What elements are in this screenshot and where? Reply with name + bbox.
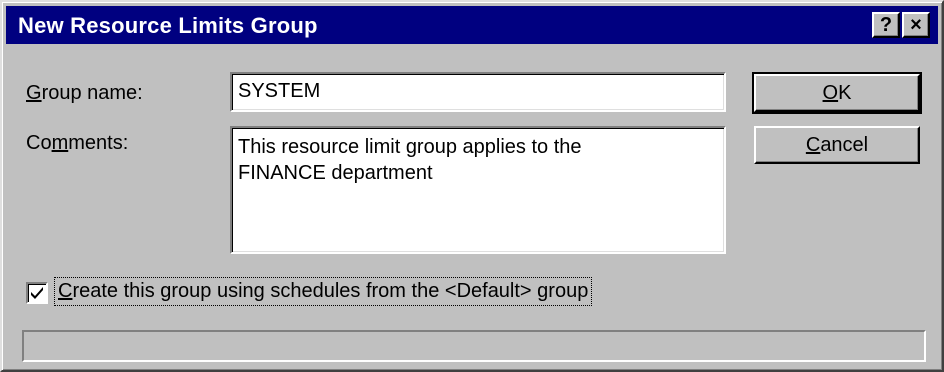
comments-label: Comments:	[26, 132, 128, 155]
group-name-label-rest: roup name:	[41, 82, 143, 104]
dialog-window: New Resource Limits Group ? × Group name…	[0, 0, 944, 372]
comments-textarea[interactable]: This resource limit group applies to the…	[230, 126, 726, 254]
dialog-title: New Resource Limits Group	[18, 13, 318, 38]
comments-label-accel: m	[51, 132, 69, 154]
ok-button-rest: K	[838, 81, 852, 104]
comments-line-2: FINANCE department	[238, 162, 433, 184]
close-button[interactable]: ×	[902, 12, 930, 38]
cancel-button-accel: C	[805, 133, 821, 156]
comments-label-pre: Co	[26, 132, 52, 154]
cancel-button[interactable]: Cancel	[754, 126, 920, 164]
default-schedules-label[interactable]: Create this group using schedules from t…	[54, 277, 593, 306]
checkmark-icon	[31, 287, 43, 299]
group-name-label-accel: G	[26, 82, 42, 104]
default-schedules-label-rest: reate this group using schedules from th…	[72, 280, 589, 302]
title-bar[interactable]: New Resource Limits Group ? ×	[6, 6, 938, 44]
cancel-button-rest: ancel	[820, 133, 869, 156]
comments-label-rest: ments:	[68, 132, 129, 154]
status-bar	[22, 330, 926, 362]
help-button[interactable]: ?	[872, 12, 900, 38]
default-schedules-label-accel: C	[58, 280, 73, 302]
ok-button[interactable]: OK	[752, 72, 922, 114]
comments-line-1: This resource limit group applies to the	[238, 136, 582, 158]
group-name-label: Group name:	[26, 82, 143, 105]
close-icon: ×	[910, 14, 922, 36]
group-name-value: SYSTEM	[238, 80, 321, 102]
help-icon: ?	[879, 14, 893, 36]
default-schedules-checkbox[interactable]	[26, 282, 48, 304]
ok-button-accel: O	[822, 81, 839, 104]
group-name-input[interactable]: SYSTEM	[230, 72, 726, 112]
